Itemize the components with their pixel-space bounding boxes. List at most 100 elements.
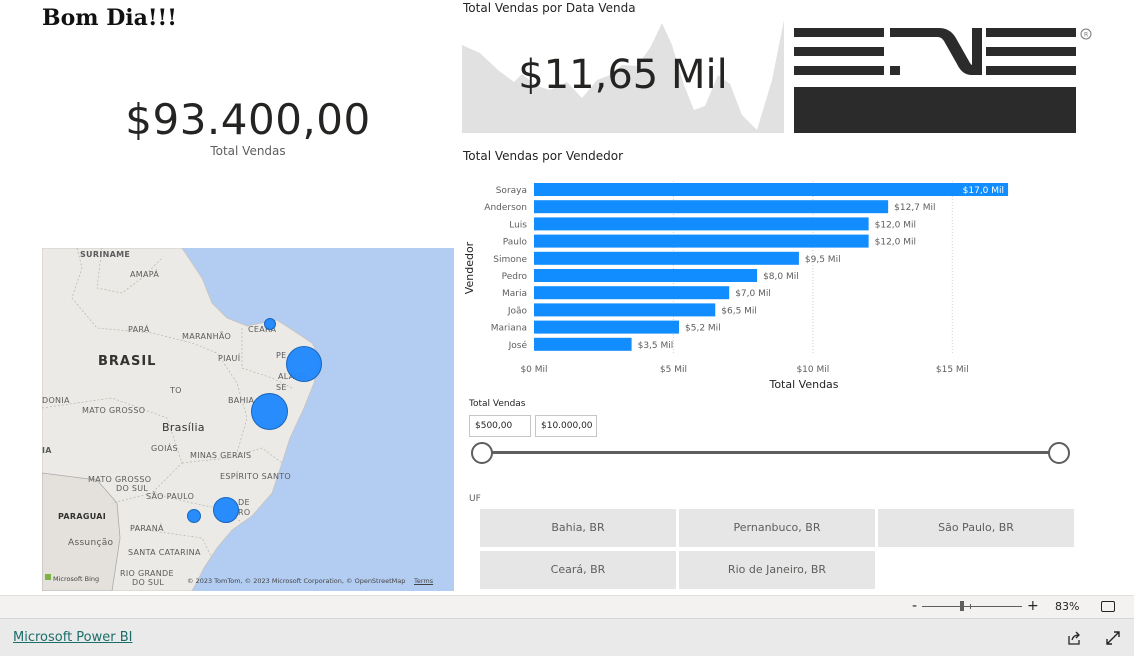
range-min-input[interactable]: $500,00 [469,415,531,437]
uf-tile-bahia[interactable]: Bahia, BR [480,509,676,547]
map-bubble-sao-paulo[interactable] [187,509,201,523]
map-label-rio-grande: RIO GRANDE [120,569,174,578]
data-label: $12,7 Mil [894,203,935,213]
map-label-pe: PE [276,351,287,360]
bar-1[interactable] [534,200,889,214]
bar-chart-title: Total Vendas por Vendedor [463,149,624,163]
zoom-slider-track[interactable] [922,606,1022,607]
brazil-map[interactable]: SURINAME AMAPÁ PARÁ MARANHÃO CEARÁ PE PI… [42,248,454,591]
svg-text:R: R [1084,32,1088,39]
fullscreen-icon[interactable] [1105,630,1121,646]
category-label: Simone [493,255,527,265]
map-label-espirito: ESPÍRITO SANTO [220,472,292,481]
total-sales-card: $93.400,00 Total Vendas [42,95,454,158]
x-axis-label: Total Vendas [768,378,838,391]
map-label-rj-ro: RO [238,508,251,517]
map-label-ms2: DO SUL [116,484,149,493]
footer-bar [0,618,1134,656]
zoom-in-button[interactable]: + [1027,598,1039,614]
map-terms-link[interactable]: Terms [414,577,433,585]
map-label-to: TO [170,386,182,395]
map-label-do-sul: DO SUL [132,578,165,587]
total-sales-value: $93.400,00 [125,95,371,144]
map-label-sao-paulo: SÃO PAULO [146,492,195,501]
bar-3[interactable] [534,234,869,248]
bar-8[interactable] [534,320,680,334]
data-label: $17,0 Mil [963,186,1004,196]
category-label: Luis [509,220,527,230]
bar-chart[interactable]: Soraya $17,0 Mil Anderson $12,7 Mil Luis $12,… [462,170,1062,395]
category-label: José [508,340,528,351]
data-label: $12,0 Mil [875,220,916,230]
map-label-paraguai: PARAGUAI [58,512,107,521]
zoom-slider-thumb[interactable] [960,601,964,611]
map-label-mato-grosso: MATO GROSSO [82,406,146,415]
range-max-input[interactable]: $10.000,00 [535,415,597,437]
data-label: $9,5 Mil [805,255,841,265]
data-label: $5,2 Mil [685,324,721,334]
map-bubble-pernambuco[interactable] [286,346,322,382]
uf-tile-ceara[interactable]: Ceará, BR [480,551,676,589]
bar-6[interactable] [534,286,730,300]
map-label-se: SE [276,383,287,392]
greeting-text: Bom Dia!!! [42,5,177,31]
map-label-bahia: BAHIA [228,396,255,405]
map-label-goias: GOIÁS [151,444,178,453]
range-slider-track[interactable] [481,451,1061,454]
bar-2[interactable] [534,217,869,231]
map-bing-logo: Microsoft Bing [53,575,100,583]
bar-7[interactable] [534,303,716,317]
bar-9[interactable] [534,337,632,351]
total-sales-label: Total Vendas [210,144,286,158]
share-icon[interactable] [1066,630,1082,646]
map-bubble-bahia[interactable] [251,393,288,430]
bar-4[interactable] [534,251,799,265]
power-bi-link[interactable]: Microsoft Power BI [13,630,132,645]
map-label-piaui: PIAUÍ [218,354,241,363]
map-label-ms1: MATO GROSSO [88,475,152,484]
map-label-para: PARÁ [128,325,150,334]
bar-5[interactable] [534,269,758,282]
category-label: Soraya [496,186,527,196]
map-label-amapa: AMAPÁ [130,270,160,279]
map-label-donia: DONIA [42,396,70,405]
map-label-parana: PARANÁ [130,524,164,533]
x-tick-label: $0 Mil [520,365,547,375]
zoom-out-button[interactable]: - [912,598,917,614]
fit-to-page-icon[interactable] [1101,601,1115,612]
map-label-maranhao: MARANHÃO [182,332,232,341]
uf-tile-sao-paulo[interactable]: São Paulo, BR [878,509,1074,547]
data-label: $12,0 Mil [875,238,916,248]
uf-tile-rio-de-janeiro[interactable]: Rio de Janeiro, BR [679,551,875,589]
uf-slicer-title: UF [469,494,481,504]
category-label: Paulo [503,238,528,248]
map-label-minas: MINAS GERAIS [190,451,252,460]
bar-0[interactable] [534,183,1009,196]
sparkline-value: $11,65 Mil [518,52,728,98]
zoom-slider-tick [970,604,971,609]
map-label-brasil: BRASIL [98,354,157,369]
map-bubble-rio-de-janeiro[interactable] [213,497,239,523]
category-label: Mariana [491,324,527,334]
data-label: $3,5 Mil [638,341,674,351]
uf-tile-pernambuco[interactable]: Pernanbuco, BR [679,509,875,547]
map-label-brasilia: Brasília [162,421,205,434]
map-bubble-ceara[interactable] [264,318,276,330]
data-label: $6,5 Mil [721,306,757,316]
x-tick-label: $5 Mil [660,365,687,375]
company-logo: R [794,28,1092,133]
range-slider-min-handle[interactable] [471,442,493,464]
range-slider-max-handle[interactable] [1048,442,1070,464]
x-tick-label: $10 Mil [796,365,829,375]
map-label-ia: IA [42,446,52,455]
x-tick-label: $15 Mil [936,365,969,375]
data-label: $7,0 Mil [735,289,771,299]
range-slicer-title: Total Vendas [469,399,526,409]
zoom-percent: 83% [1055,600,1080,613]
category-label: João [507,306,528,316]
map-label-santa-catarina: SANTA CATARINA [128,548,201,557]
category-label: Anderson [484,203,527,213]
category-label: Pedro [502,272,528,282]
y-axis-label: Vendedor [463,241,476,294]
sparkline-title: Total Vendas por Data Venda [463,1,636,15]
